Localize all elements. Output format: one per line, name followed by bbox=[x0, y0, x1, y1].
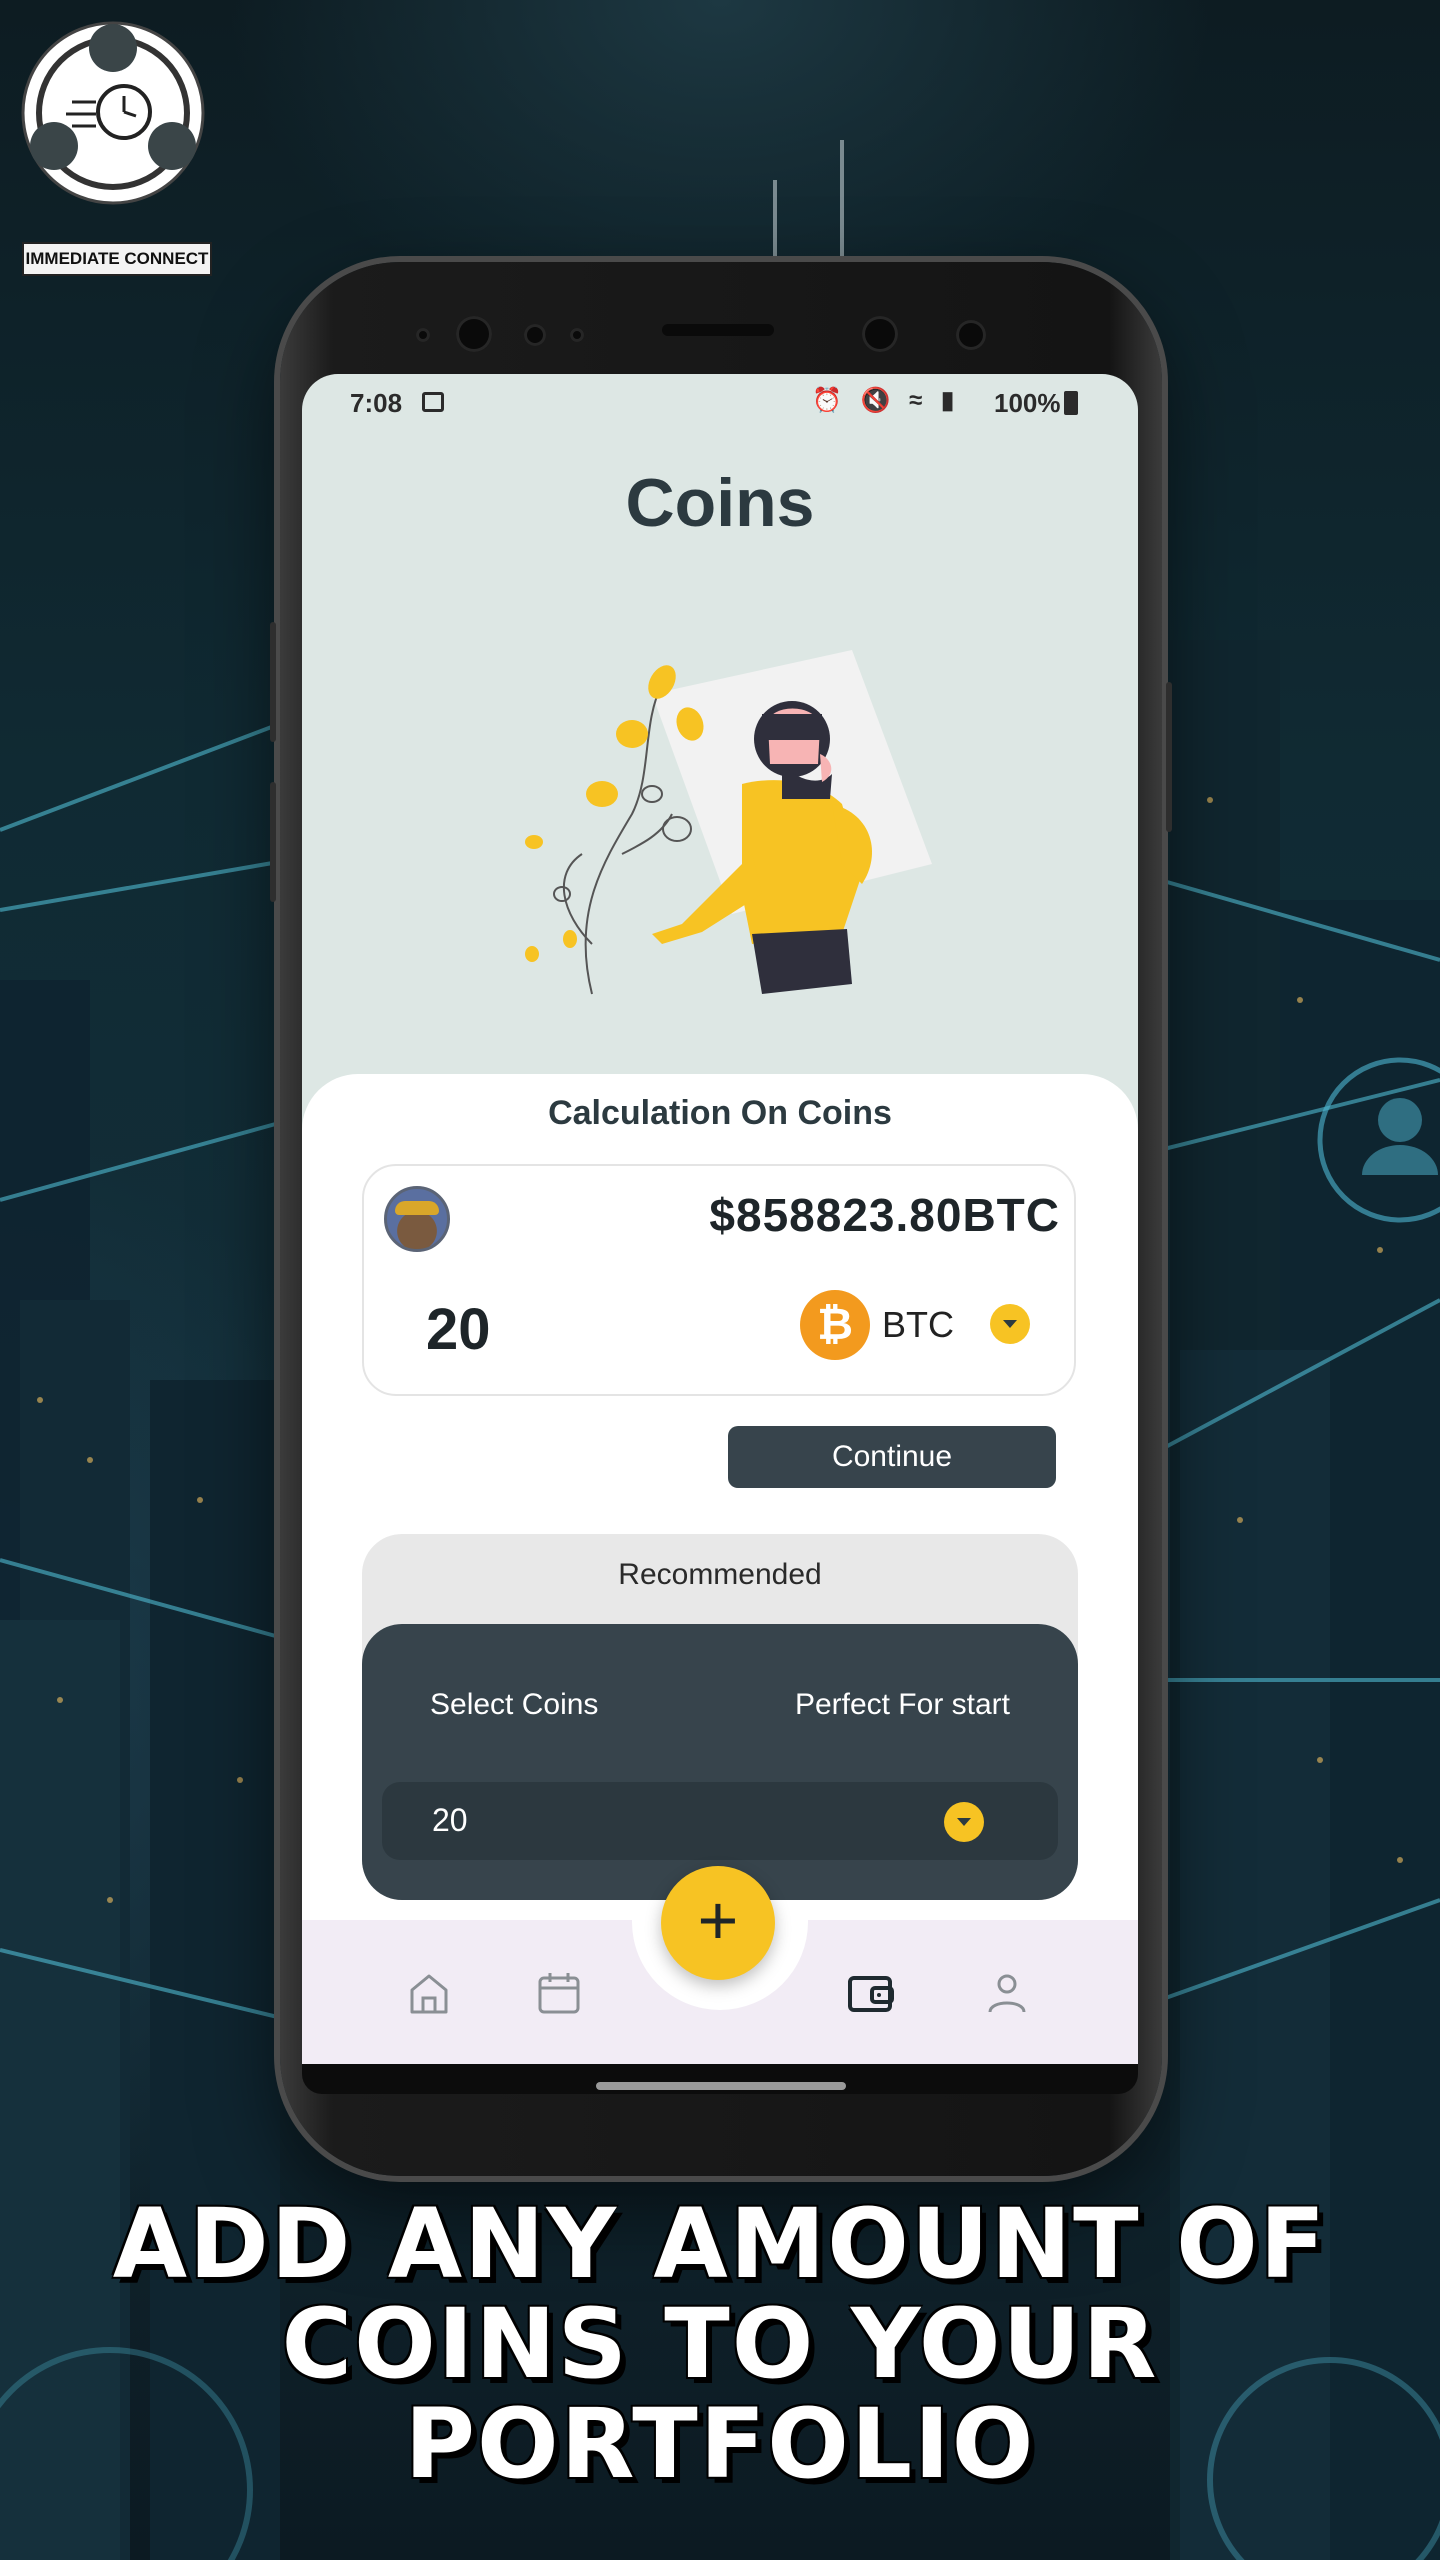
recommended-panel: Recommended Select Coins Perfect For sta… bbox=[362, 1534, 1078, 1900]
status-bar: 7:08 ⏰ 🔇 ≈ ▮ 100% bbox=[302, 374, 1138, 430]
app-screen: 7:08 ⏰ 🔇 ≈ ▮ 100% Coins Calculation On C… bbox=[302, 374, 1138, 2064]
continue-button[interactable]: Continue bbox=[728, 1426, 1056, 1488]
coin-converter-card: $858823.80BTC 20 ₿ BTC bbox=[362, 1164, 1076, 1396]
brand-name: IMMEDIATE CONNECT bbox=[22, 242, 212, 276]
battery-status: 100% bbox=[994, 388, 1078, 419]
battery-percent: 100% bbox=[994, 388, 1061, 418]
select-coins-label: Select Coins bbox=[430, 1688, 599, 1721]
woman-illustration bbox=[525, 650, 932, 995]
status-icons: ⏰ 🔇 ≈ ▮ bbox=[812, 387, 961, 414]
coins-amount-value: 20 bbox=[432, 1802, 468, 1838]
converted-amount: $858823.80BTC bbox=[709, 1189, 1060, 1241]
earpiece bbox=[662, 324, 774, 336]
avatar[interactable] bbox=[384, 1186, 450, 1252]
currency-label: BTC bbox=[882, 1304, 954, 1345]
status-time: 7:08 bbox=[350, 388, 403, 418]
recommended-card: Select Coins Perfect For start 20 bbox=[362, 1624, 1078, 1900]
battery-icon bbox=[1063, 391, 1078, 415]
chevron-down-icon[interactable] bbox=[944, 1802, 984, 1842]
profile-icon[interactable] bbox=[982, 1968, 1032, 2018]
calculation-title: Calculation On Coins bbox=[548, 1094, 892, 1132]
home-icon[interactable] bbox=[404, 1968, 454, 2018]
calendar-icon[interactable] bbox=[534, 1968, 584, 2018]
coins-amount-select[interactable]: 20 bbox=[382, 1782, 1058, 1860]
perfect-for-start-label: Perfect For start bbox=[794, 1688, 1010, 1721]
image-notification-icon bbox=[422, 392, 444, 412]
gesture-home-bar[interactable] bbox=[596, 2082, 846, 2090]
promo-tagline: ADD ANY AMOUNT OF COINS TO YOUR PORTFOLI… bbox=[0, 2194, 1440, 2494]
tagline-line-1: ADD ANY AMOUNT OF bbox=[112, 2188, 1328, 2300]
chevron-down-icon[interactable] bbox=[990, 1304, 1030, 1344]
wallet-icon[interactable] bbox=[846, 1968, 896, 2018]
coin-count-input[interactable]: 20 bbox=[426, 1296, 491, 1363]
phone-frame: 7:08 ⏰ 🔇 ≈ ▮ 100% Coins Calculation On C… bbox=[270, 262, 1172, 2176]
page-title: Coins bbox=[625, 465, 815, 541]
clock-logo-icon bbox=[21, 21, 205, 205]
currency-select[interactable]: ₿ BTC bbox=[800, 1290, 1060, 1360]
bitcoin-icon: ₿ bbox=[800, 1290, 870, 1360]
add-coin-button[interactable]: + bbox=[661, 1866, 775, 1980]
tagline-line-2: COINS TO YOUR bbox=[281, 2288, 1159, 2400]
tagline-line-3: PORTFOLIO bbox=[404, 2388, 1036, 2500]
bottom-navigation: + bbox=[302, 1866, 1138, 2064]
recommended-title: Recommended bbox=[618, 1558, 822, 1591]
